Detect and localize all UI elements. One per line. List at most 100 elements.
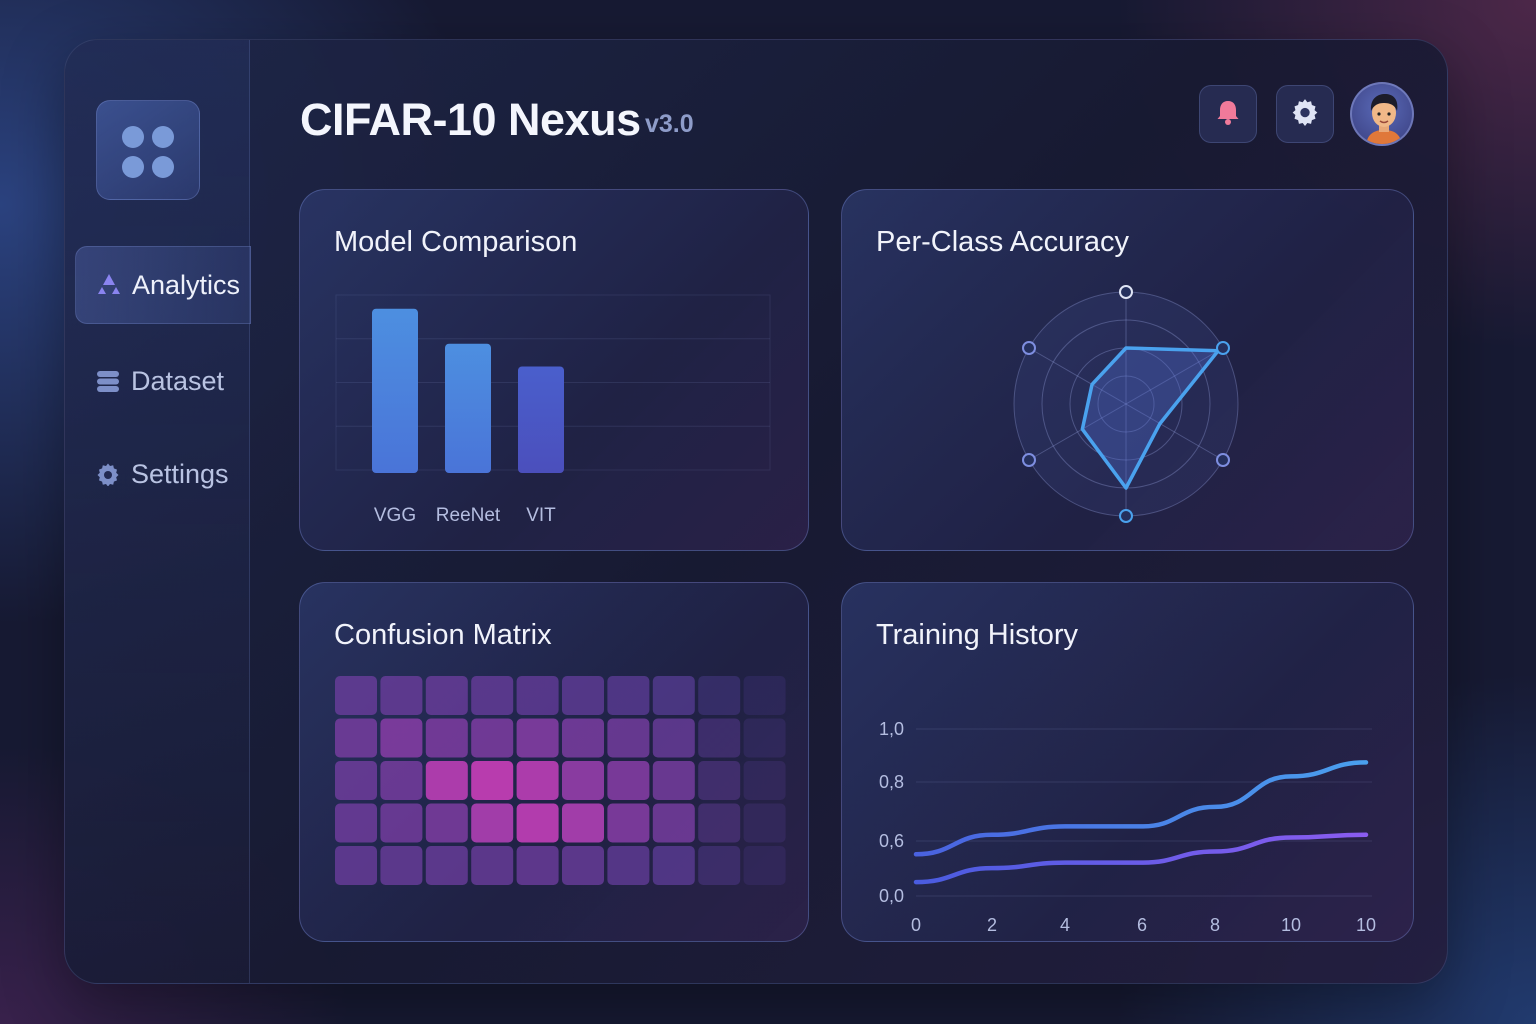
heatmap-cell [698,676,741,715]
line-series-1 [913,760,1369,857]
heatmap-cell [698,718,741,758]
page-title: CIFAR-10 Nexus [300,94,641,145]
user-avatar-icon [1366,94,1402,144]
heatmap-cell [516,676,559,715]
training-history-chart: 1,00,80,60,0024681010Epoch [879,719,1376,935]
heatmap-cell [516,846,559,885]
line-series-2 [913,832,1369,885]
heatmap-cell [743,676,786,715]
heatmap-cell [471,676,514,715]
heatmap-cell [380,676,423,715]
triangle-icon [96,272,122,298]
model-comparison-chart: VGG ReeNet VIT [335,294,771,526]
heatmap-cell [380,803,423,843]
heatmap-cell [562,803,604,843]
heatmap-cell [335,676,377,715]
y-tick-label: 0,8 [879,772,904,792]
heatmap-cell [652,718,695,758]
heatmap-cell [652,676,695,715]
app-window: Analytics Dataset Settings CIFAR-10 Nexu… [64,39,1448,984]
heatmap-cell [743,761,786,800]
per-class-accuracy-card: Per-Class Accuracy [841,189,1414,551]
radar-axis-marker [1215,453,1230,467]
gear-icon [95,461,121,487]
x-tick-label: 8 [1210,915,1220,935]
confusion-matrix-card: Confusion Matrix [299,582,809,942]
sidebar-item-label: Analytics [132,269,241,300]
sidebar-item-label: Settings [131,458,229,489]
heatmap-cell [380,761,423,800]
heatmap-cell [471,846,514,885]
heatmap-cell [607,846,650,885]
bell-icon [1215,98,1241,131]
heatmap-cell [698,761,741,800]
heatmap-cell [425,803,468,843]
heatmap-cell [562,718,604,758]
sidebar-item-analytics[interactable]: Analytics [75,246,251,324]
per-class-accuracy-chart [1013,285,1239,523]
x-tick-label: 10 [1356,915,1376,935]
y-tick-label: 1,0 [879,719,904,739]
heatmap-cell [380,718,423,758]
heatmap-cell [380,846,423,885]
sidebar: Analytics Dataset Settings [65,40,251,983]
x-tick-label: 10 [1281,915,1301,935]
heatmap-cell [425,718,468,758]
x-tick-label: 6 [1137,915,1147,935]
heatmap-cell [743,846,786,885]
heatmap-cell [607,761,650,800]
x-tick-label: VIT [526,505,556,526]
training-history-card: Training History 1,00,80,60,0024681010Ep… [841,582,1414,942]
radar-axis-marker [1119,509,1133,523]
x-tick-label: VGG [374,505,416,526]
heatmap-cell [562,676,604,715]
heatmap-cell [516,718,559,758]
heatmap-cell [743,803,786,843]
heatmap-cell [471,718,514,758]
heatmap-cell [652,761,695,800]
heatmap-cell [516,761,559,800]
heatmap-cell [425,676,468,715]
heatmap-cell [743,718,786,758]
radar-axis-marker [1022,341,1037,355]
sidebar-item-label: Dataset [131,365,225,396]
bar-reenet [445,343,491,473]
radar-axis-marker [1022,453,1037,467]
notifications-button[interactable] [1199,85,1257,143]
x-tick-label: 4 [1060,915,1070,935]
heatmap-cell [652,846,695,885]
x-tick-label: 0 [911,915,921,935]
sidebar-item-settings[interactable]: Settings [75,435,251,513]
bar-vgg [372,308,418,473]
heatmap-cell [471,803,514,843]
avatar[interactable] [1350,82,1414,146]
gear-icon [1291,98,1319,131]
version-badge: v3.0 [645,110,694,138]
y-tick-label: 0,0 [879,886,904,906]
heatmap-cell [335,718,377,758]
settings-button[interactable] [1276,85,1334,143]
heatmap-cell [607,718,650,758]
heatmap-cell [335,803,377,843]
heatmap-cell [562,846,604,885]
heatmap-cell [698,803,741,843]
heatmap-cell [652,803,695,843]
y-tick-label: 0,6 [879,831,904,851]
heatmap-cell [698,846,741,885]
radar-axis-marker [1215,341,1230,355]
heatmap-cell [562,761,604,800]
radar-axis-marker [1119,285,1133,299]
bar-vit [518,366,564,473]
sidebar-item-dataset[interactable]: Dataset [75,342,251,420]
x-tick-label: 2 [987,915,997,935]
heatmap-cell [607,676,650,715]
heatmap-cell [335,846,377,885]
x-tick-label: ReeNet [436,505,501,526]
grid-logo-icon [122,126,174,178]
heatmap-cell [425,761,468,800]
heatmap-cell [471,761,514,800]
app-logo[interactable] [96,100,200,200]
heatmap-cell [516,803,559,843]
heatmap-cell [607,803,650,843]
heatmap-cell [425,846,468,885]
